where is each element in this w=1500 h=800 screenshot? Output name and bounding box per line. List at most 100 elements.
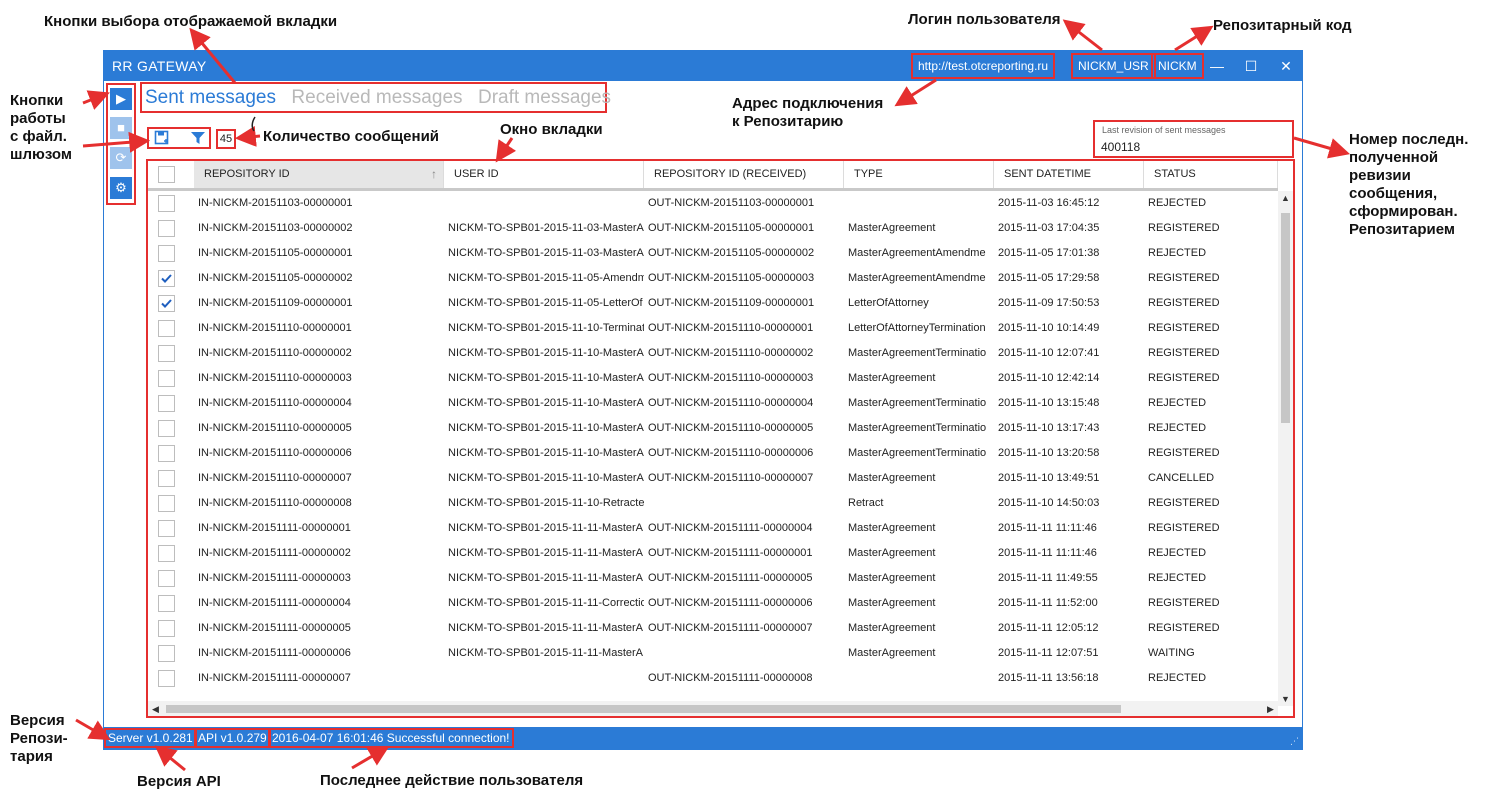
table-row[interactable]: IN-NICKM-20151103-00000001 OUT-NICKM-2015… [148, 191, 1278, 216]
cell-status: REJECTED [1148, 197, 1207, 209]
table-row[interactable]: IN-NICKM-20151110-00000001 NICKM-TO-SPB01… [148, 316, 1278, 341]
scroll-up-icon[interactable]: ▲ [1278, 193, 1293, 203]
cell-repository-id: IN-NICKM-20151110-00000003 [198, 372, 352, 384]
cell-type: MasterAgreement [848, 472, 936, 484]
table-row[interactable]: IN-NICKM-20151111-00000006 NICKM-TO-SPB01… [148, 641, 1278, 666]
row-checkbox[interactable] [158, 395, 175, 412]
cell-status: REJECTED [1148, 672, 1207, 684]
table-row[interactable]: IN-NICKM-20151110-00000005 NICKM-TO-SPB01… [148, 416, 1278, 441]
cell-sent-datetime: 2015-11-10 13:20:58 [998, 447, 1100, 459]
row-checkbox[interactable] [158, 545, 175, 562]
scroll-left-icon[interactable]: ◀ [148, 704, 163, 714]
scroll-down-icon[interactable]: ▼ [1278, 694, 1293, 704]
cell-user-id: NICKM-TO-SPB01-2015-11-11-MasterA [448, 522, 644, 534]
table-row[interactable]: IN-NICKM-20151103-00000002 NICKM-TO-SPB01… [148, 216, 1278, 241]
row-checkbox[interactable] [158, 645, 175, 662]
row-checkbox[interactable] [158, 620, 175, 637]
row-checkbox[interactable] [158, 270, 175, 287]
table-row[interactable]: IN-NICKM-20151110-00000008 NICKM-TO-SPB01… [148, 491, 1278, 516]
close-button[interactable]: ✕ [1276, 56, 1296, 76]
play-icon[interactable]: ▶ [110, 88, 132, 110]
gear-icon[interactable]: ⚙ [110, 177, 132, 199]
column-repository-id[interactable]: REPOSITORY ID ↑ [194, 161, 444, 188]
cell-repository-id: IN-NICKM-20151103-00000001 [198, 197, 353, 209]
column-user-id[interactable]: USER ID [444, 161, 644, 188]
row-checkbox[interactable] [158, 320, 175, 337]
table-row[interactable]: IN-NICKM-20151111-00000001 NICKM-TO-SPB01… [148, 516, 1278, 541]
column-received-id[interactable]: REPOSITORY ID (RECEIVED) [644, 161, 844, 188]
cell-user-id: NICKM-TO-SPB01-2015-11-10-MasterA [448, 347, 644, 359]
cell-status: REGISTERED [1148, 522, 1220, 534]
column-sent-datetime[interactable]: SENT DATETIME [994, 161, 1144, 188]
cell-status: REJECTED [1148, 247, 1207, 259]
stop-icon[interactable]: ■ [110, 117, 132, 139]
cell-received-id: OUT-NICKM-20151110-00000006 [648, 447, 814, 459]
cell-sent-datetime: 2015-11-05 17:01:38 [998, 247, 1100, 259]
refresh-icon[interactable]: ⟳ [110, 147, 132, 169]
annotation-last-user-action: Последнее действие пользователя [320, 772, 584, 789]
row-checkbox[interactable] [158, 570, 175, 587]
filter-icon[interactable] [189, 130, 207, 146]
cell-sent-datetime: 2015-11-11 11:11:46 [998, 547, 1097, 559]
table-row[interactable]: IN-NICKM-20151105-00000001 NICKM-TO-SPB01… [148, 241, 1278, 266]
cell-received-id: OUT-NICKM-20151111-00000007 [648, 622, 813, 634]
cell-repository-id: IN-NICKM-20151105-00000001 [198, 247, 353, 259]
maximize-button[interactable]: ☐ [1241, 56, 1261, 76]
row-checkbox[interactable] [158, 595, 175, 612]
horizontal-scrollbar[interactable]: ◀ ▶ [148, 701, 1278, 716]
minimize-button[interactable]: — [1207, 56, 1227, 76]
row-checkbox[interactable] [158, 245, 175, 262]
column-status[interactable]: STATUS [1144, 161, 1278, 188]
table-row[interactable]: IN-NICKM-20151111-00000004 NICKM-TO-SPB01… [148, 591, 1278, 616]
cell-type: MasterAgreement [848, 222, 936, 234]
table-row[interactable]: IN-NICKM-20151110-00000007 NICKM-TO-SPB01… [148, 466, 1278, 491]
tab-draft-messages[interactable]: Draft messages [478, 84, 611, 111]
row-checkbox[interactable] [158, 520, 175, 537]
cell-received-id: OUT-NICKM-20151111-00000008 [648, 672, 813, 684]
cell-received-id: OUT-NICKM-20151105-00000003 [648, 272, 815, 284]
table-row[interactable]: IN-NICKM-20151105-00000002 NICKM-TO-SPB01… [148, 266, 1278, 291]
table-row[interactable]: IN-NICKM-20151111-00000002 NICKM-TO-SPB01… [148, 541, 1278, 566]
server-version: Server v1.0.281 [104, 728, 197, 748]
row-checkbox[interactable] [158, 495, 175, 512]
table-row[interactable]: IN-NICKM-20151111-00000005 NICKM-TO-SPB01… [148, 616, 1278, 641]
table-row[interactable]: IN-NICKM-20151111-00000007 OUT-NICKM-2015… [148, 666, 1278, 691]
horizontal-scroll-thumb[interactable] [166, 705, 1121, 713]
row-checkbox[interactable] [158, 195, 175, 212]
cell-received-id: OUT-NICKM-20151111-00000006 [648, 597, 813, 609]
row-checkbox[interactable] [158, 295, 175, 312]
tab-sent-messages[interactable]: Sent messages [145, 84, 276, 111]
cell-repository-id: IN-NICKM-20151110-00000007 [198, 472, 352, 484]
table-row[interactable]: IN-NICKM-20151110-00000003 NICKM-TO-SPB01… [148, 366, 1278, 391]
table-row[interactable]: IN-NICKM-20151109-00000001 NICKM-TO-SPB01… [148, 291, 1278, 316]
row-checkbox[interactable] [158, 470, 175, 487]
app-title: RR GATEWAY [112, 58, 207, 74]
cell-user-id: NICKM-TO-SPB01-2015-11-10-MasterA [448, 372, 644, 384]
resize-grip-icon[interactable]: ⋰ [1290, 736, 1299, 747]
select-all-checkbox[interactable] [158, 166, 175, 183]
table-row[interactable]: IN-NICKM-20151110-00000004 NICKM-TO-SPB01… [148, 391, 1278, 416]
tab-received-messages[interactable]: Received messages [291, 84, 462, 111]
revision-value: 400118 [1101, 140, 1141, 154]
row-checkbox[interactable] [158, 220, 175, 237]
save-icon[interactable] [153, 130, 171, 146]
vertical-scroll-thumb[interactable] [1281, 213, 1290, 423]
row-checkbox[interactable] [158, 670, 175, 687]
row-checkbox[interactable] [158, 445, 175, 462]
messages-grid: REPOSITORY ID ↑ USER ID REPOSITORY ID (RE… [146, 159, 1295, 718]
row-checkbox[interactable] [158, 420, 175, 437]
column-type[interactable]: TYPE [844, 161, 994, 188]
vertical-scrollbar[interactable]: ▲ ▼ [1278, 191, 1293, 706]
cell-repository-id: IN-NICKM-20151111-00000006 [198, 647, 351, 659]
cell-repository-id: IN-NICKM-20151110-00000006 [198, 447, 352, 459]
cell-repository-id: IN-NICKM-20151110-00000008 [198, 497, 352, 509]
cell-sent-datetime: 2015-11-11 13:56:18 [998, 672, 1099, 684]
cell-sent-datetime: 2015-11-10 13:15:48 [998, 397, 1100, 409]
row-checkbox[interactable] [158, 370, 175, 387]
table-row[interactable]: IN-NICKM-20151111-00000003 NICKM-TO-SPB01… [148, 566, 1278, 591]
table-row[interactable]: IN-NICKM-20151110-00000002 NICKM-TO-SPB01… [148, 341, 1278, 366]
scroll-right-icon[interactable]: ▶ [1263, 704, 1278, 714]
check-icon [161, 274, 172, 283]
table-row[interactable]: IN-NICKM-20151110-00000006 NICKM-TO-SPB01… [148, 441, 1278, 466]
row-checkbox[interactable] [158, 345, 175, 362]
